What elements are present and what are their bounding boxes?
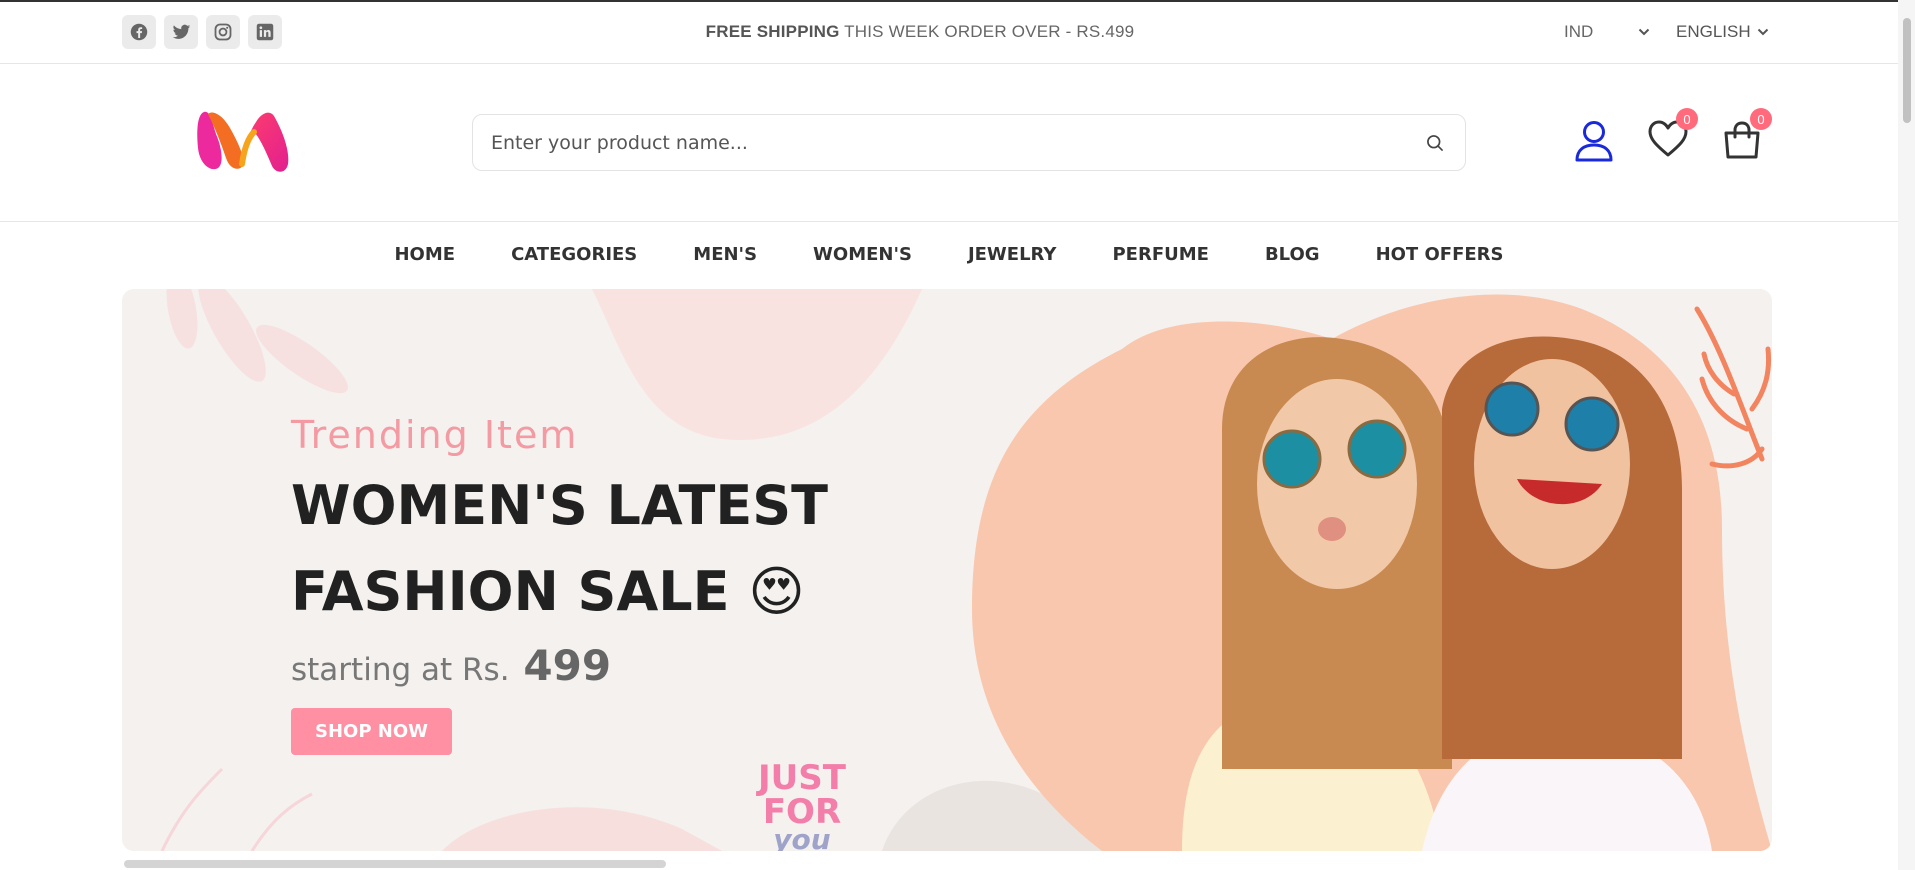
language-value: ENGLISH xyxy=(1676,22,1751,41)
hero-banner: Trending Item WOMEN'S LATEST FASHION SAL… xyxy=(122,289,1772,851)
search-input[interactable] xyxy=(491,131,1405,154)
main-nav: HOME CATEGORIES MEN'S WOMEN'S JEWELRY PE… xyxy=(0,232,1898,277)
chevron-down-icon xyxy=(1639,28,1650,36)
shipping-text: THIS WEEK ORDER OVER - RS.499 xyxy=(839,22,1135,41)
headline-line-2-text: FASHION SALE xyxy=(291,560,730,623)
vertical-scrollbar[interactable] xyxy=(1898,0,1915,870)
search-bar xyxy=(472,114,1466,171)
hero-headline: WOMEN'S LATEST FASHION SALE 😍 xyxy=(291,463,911,635)
hero-price: 499 xyxy=(523,641,612,690)
nav-home[interactable]: HOME xyxy=(366,232,483,277)
logo-mark-icon xyxy=(197,111,289,172)
nav-perfume[interactable]: PERFUME xyxy=(1084,232,1236,277)
cart-count-badge: 0 xyxy=(1750,108,1772,130)
wishlist-button[interactable]: 0 xyxy=(1648,108,1698,163)
hero-subtitle: Trending Item xyxy=(291,413,579,457)
chevron-down-icon xyxy=(1757,28,1768,36)
vertical-scrollbar-thumb[interactable] xyxy=(1903,18,1911,123)
headline-line-1: WOMEN'S LATEST xyxy=(291,474,828,537)
headline-line-2: FASHION SALE 😍 xyxy=(291,549,911,635)
brand-logo[interactable] xyxy=(196,108,292,179)
site-header: 0 0 xyxy=(0,64,1898,222)
starting-at-text: starting at Rs. xyxy=(291,652,510,688)
nav-hot-offers[interactable]: HOT OFFERS xyxy=(1348,232,1532,277)
top-bar: FREE SHIPPING THIS WEEK ORDER OVER - RS.… xyxy=(0,2,1898,64)
shop-now-button[interactable]: SHOP NOW xyxy=(291,708,453,755)
nav-blog[interactable]: BLOG xyxy=(1237,232,1348,277)
nav-womens[interactable]: WOMEN'S xyxy=(785,232,940,277)
heart-eyes-emoji-icon: 😍 xyxy=(748,560,805,623)
nav-mens[interactable]: MEN'S xyxy=(665,232,785,277)
nav-categories[interactable]: CATEGORIES xyxy=(483,232,665,277)
cart-button[interactable]: 0 xyxy=(1722,108,1772,165)
just-for-you-decor: JUST FOR you xyxy=(758,761,846,851)
nav-jewelry[interactable]: JEWELRY xyxy=(940,232,1085,277)
wishlist-count-badge: 0 xyxy=(1676,108,1698,130)
currency-value: IND xyxy=(1564,22,1594,41)
language-select[interactable]: ENGLISH xyxy=(1676,22,1769,42)
shipping-highlight: FREE SHIPPING xyxy=(705,22,840,41)
hero-copy: Trending Item WOMEN'S LATEST FASHION SAL… xyxy=(291,413,911,755)
currency-select[interactable]: IND xyxy=(1564,22,1650,42)
search-icon[interactable] xyxy=(1405,115,1465,170)
user-icon xyxy=(1575,121,1613,162)
account-button[interactable] xyxy=(1574,120,1614,167)
hero-price-line: starting at Rs. 499 xyxy=(291,641,911,690)
horizontal-scrollbar-thumb[interactable] xyxy=(124,860,666,868)
decor-you: you xyxy=(773,823,831,852)
